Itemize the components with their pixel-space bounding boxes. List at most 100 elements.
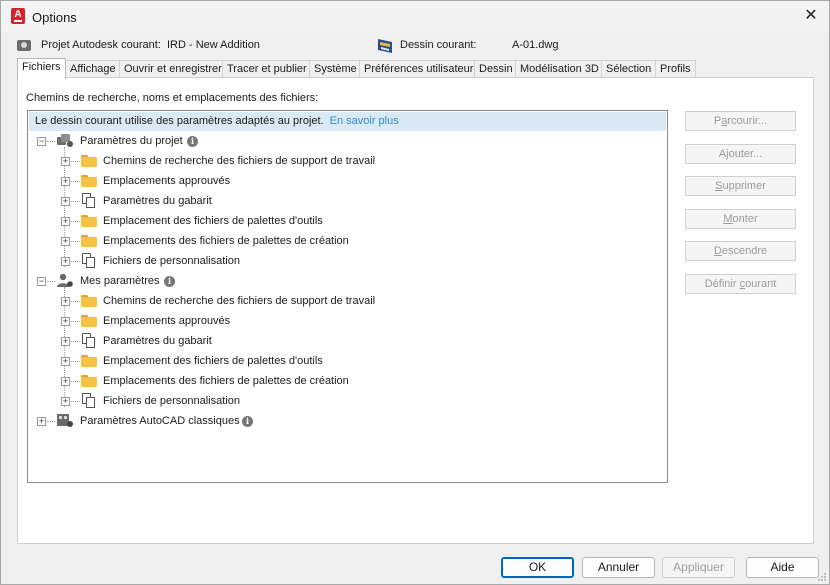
- user-settings-icon: [57, 273, 73, 287]
- folder-icon: [81, 355, 97, 367]
- tree-group-label: Paramètres AutoCAD classiques: [80, 415, 240, 427]
- learn-more-link[interactable]: En savoir plus: [330, 115, 399, 127]
- tree-group-label: Mes paramètres: [80, 275, 160, 287]
- expand-icon[interactable]: +: [61, 257, 70, 266]
- tab-systeme[interactable]: Système: [309, 60, 362, 78]
- tree-item[interactable]: + Emplacements approuvés: [61, 172, 661, 190]
- panel-heading: Chemins de recherche, noms et emplacemen…: [26, 92, 319, 104]
- expand-icon[interactable]: +: [61, 397, 70, 406]
- folder-icon: [81, 235, 97, 247]
- tab-fichiers[interactable]: Fichiers: [17, 58, 66, 79]
- project-label: Projet Autodesk courant:: [41, 39, 161, 51]
- tree-item-label: Paramètres du gabarit: [103, 195, 212, 207]
- expand-icon[interactable]: +: [61, 377, 70, 386]
- tree-item-label: Chemins de recherche des fichiers de sup…: [103, 155, 376, 167]
- folder-icon: [81, 295, 97, 307]
- apply-button[interactable]: Appliquer: [662, 557, 735, 578]
- tree-group-my-settings[interactable]: − Mes paramètres i: [37, 272, 437, 290]
- tree-item[interactable]: + Emplacements approuvés: [61, 312, 661, 330]
- move-down-button[interactable]: Descendre: [685, 241, 796, 261]
- tab-affichage[interactable]: Affichage: [65, 60, 121, 78]
- tab-profils[interactable]: Profils: [655, 60, 696, 78]
- tree-item-label: Paramètres du gabarit: [103, 335, 212, 347]
- tree-item[interactable]: + Chemins de recherche des fichiers de s…: [61, 292, 661, 310]
- tree-item[interactable]: + Paramètres du gabarit: [61, 192, 661, 210]
- expand-icon[interactable]: +: [61, 157, 70, 166]
- expand-icon[interactable]: +: [61, 177, 70, 186]
- tree-item-label: Fichiers de personnalisation: [103, 255, 240, 267]
- expand-icon[interactable]: +: [37, 417, 46, 426]
- banner-text: Le dessin courant utilise des paramètres…: [35, 115, 324, 127]
- tree-item-label: Chemins de recherche des fichiers de sup…: [103, 295, 376, 307]
- drawing-file-icon: [378, 39, 392, 53]
- project-settings-icon: [57, 134, 73, 147]
- tree-item[interactable]: + Emplacements des fichiers de palettes …: [61, 232, 661, 250]
- tree-item-label: Emplacements approuvés: [103, 175, 231, 187]
- tab-dessin[interactable]: Dessin: [474, 60, 518, 78]
- info-icon[interactable]: i: [242, 416, 253, 427]
- set-current-button-mnemonic: c: [739, 278, 746, 290]
- expand-icon[interactable]: +: [61, 297, 70, 306]
- project-value: IRD - New Addition: [167, 39, 260, 51]
- collapse-icon[interactable]: −: [37, 277, 46, 286]
- document-stack-icon: [82, 253, 96, 268]
- folder-icon: [81, 215, 97, 227]
- browse-button-mnemonic: a: [721, 115, 728, 127]
- remove-button-mnemonic: S: [715, 180, 723, 192]
- tab-ouvrir-enregistrer[interactable]: Ouvrir et enregistrer: [119, 60, 227, 78]
- info-icon[interactable]: i: [187, 136, 198, 147]
- tree-group-project-settings[interactable]: − Paramètres du projet i: [37, 132, 437, 150]
- remove-button[interactable]: Supprimer: [685, 176, 796, 196]
- add-button-mnemonic: j: [726, 148, 729, 160]
- file-paths-tree[interactable]: Le dessin courant utilise des paramètres…: [27, 110, 668, 483]
- ok-button[interactable]: OK: [501, 557, 574, 578]
- classic-settings-icon: [57, 414, 73, 427]
- tab-tracer-publier[interactable]: Tracer et publier: [222, 60, 312, 78]
- add-button[interactable]: Ajouter...: [685, 144, 796, 164]
- tree-item[interactable]: + Emplacement des fichiers de palettes d…: [61, 352, 661, 370]
- autocad-app-icon: A: [11, 8, 25, 24]
- expand-icon[interactable]: +: [61, 357, 70, 366]
- drawing-value: A-01.dwg: [512, 39, 559, 51]
- tree-item-label: Emplacement des fichiers de palettes d'o…: [103, 215, 323, 227]
- tree-item-label: Emplacements des fichiers de palettes de…: [103, 375, 349, 387]
- expand-icon[interactable]: +: [61, 237, 70, 246]
- expand-icon[interactable]: +: [61, 317, 70, 326]
- help-button[interactable]: Aide: [746, 557, 819, 578]
- info-icon[interactable]: i: [164, 276, 175, 287]
- move-up-button-mnemonic: M: [723, 213, 733, 225]
- tree-group-classic-settings[interactable]: + Paramètres AutoCAD classiques i: [37, 412, 437, 430]
- move-down-button-mnemonic: D: [713, 245, 722, 257]
- tab-preferences-utilisateur[interactable]: Préférences utilisateur: [359, 60, 479, 78]
- project-camera-icon: [17, 40, 31, 51]
- folder-icon: [81, 375, 97, 387]
- tree-item[interactable]: + Fichiers de personnalisation: [61, 392, 661, 410]
- tab-selection[interactable]: Sélection: [601, 60, 657, 78]
- options-dialog: A Options ✕ Projet Autodesk courant: IRD…: [0, 0, 830, 585]
- drawing-label: Dessin courant:: [400, 39, 477, 51]
- tree-item-label: Emplacement des fichiers de palettes d'o…: [103, 355, 323, 367]
- expand-icon[interactable]: +: [61, 217, 70, 226]
- folder-icon: [81, 155, 97, 167]
- close-icon[interactable]: ✕: [799, 5, 823, 27]
- set-current-button[interactable]: Définir courant: [685, 274, 796, 294]
- tree-item[interactable]: + Paramètres du gabarit: [61, 332, 661, 350]
- cancel-button[interactable]: Annuler: [582, 557, 655, 578]
- browse-button[interactable]: Parcourir...: [685, 111, 796, 131]
- title-bar: A Options ✕: [1, 1, 829, 32]
- expand-icon[interactable]: +: [61, 337, 70, 346]
- tree-item[interactable]: + Chemins de recherche des fichiers de s…: [61, 152, 661, 170]
- expand-icon[interactable]: +: [61, 197, 70, 206]
- tree-item-label: Emplacements des fichiers de palettes de…: [103, 235, 349, 247]
- files-tab-panel: Chemins de recherche, noms et emplacemen…: [17, 77, 814, 544]
- tree-item[interactable]: + Fichiers de personnalisation: [61, 252, 661, 270]
- collapse-icon[interactable]: −: [37, 137, 46, 146]
- tab-modelisation-3d[interactable]: Modélisation 3D: [515, 60, 604, 78]
- tree-item[interactable]: + Emplacements des fichiers de palettes …: [61, 372, 661, 390]
- tree-item-label: Fichiers de personnalisation: [103, 395, 240, 407]
- document-stack-icon: [82, 393, 96, 408]
- folder-icon: [81, 175, 97, 187]
- resize-grip-icon[interactable]: [817, 572, 827, 582]
- move-up-button[interactable]: Monter: [685, 209, 796, 229]
- tree-item[interactable]: + Emplacement des fichiers de palettes d…: [61, 212, 661, 230]
